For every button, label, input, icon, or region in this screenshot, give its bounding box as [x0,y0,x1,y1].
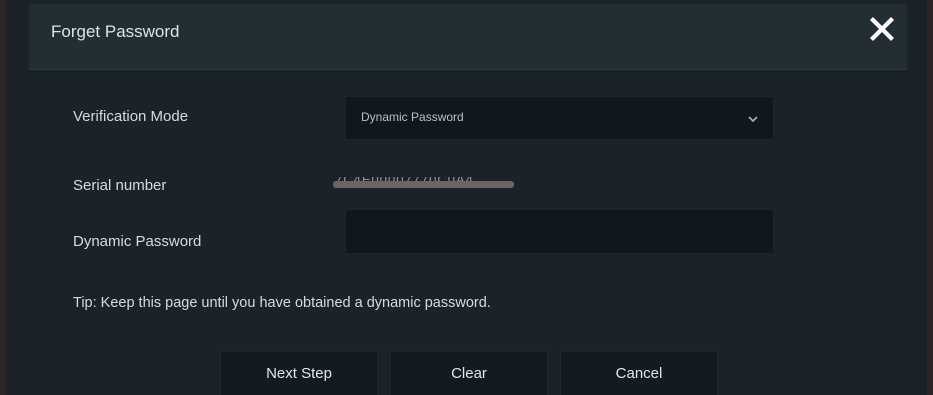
dialog-title: Forget Password [51,22,180,41]
serial-number-label: Serial number [73,177,167,194]
screen: Forget Password Verification Mode Dynami… [0,0,933,395]
tip-text: Tip: Keep this page until you have obtai… [73,295,491,311]
close-icon[interactable] [869,16,895,42]
serial-redaction-bar [333,181,514,188]
verification-mode-value: Dynamic Password [361,110,464,124]
dynamic-password-label: Dynamic Password [73,233,202,250]
verification-mode-select[interactable]: Dynamic Password [345,96,774,140]
cancel-button[interactable]: Cancel [560,351,718,395]
dialog-header: Forget Password [29,4,907,70]
verification-mode-label: Verification Mode [73,108,189,125]
forget-password-dialog: Forget Password Verification Mode Dynami… [29,4,907,395]
dynamic-password-input[interactable] [345,209,774,254]
chevron-down-icon [747,112,759,124]
clear-button[interactable]: Clear [390,351,548,395]
next-step-button[interactable]: Next Step [220,351,378,395]
